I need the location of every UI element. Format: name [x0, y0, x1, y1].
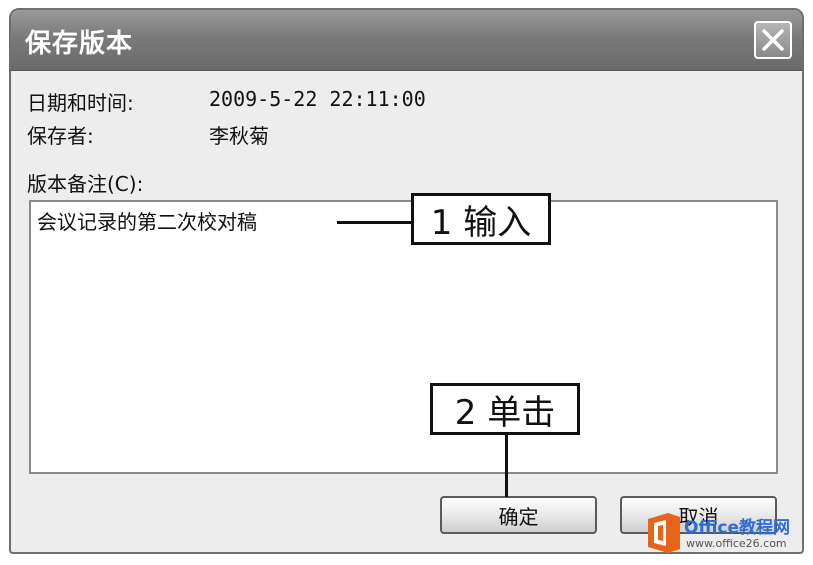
- office-logo-icon: [648, 513, 680, 553]
- callout-step-2: 2 单击: [430, 383, 580, 435]
- ok-button[interactable]: 确定: [440, 496, 597, 534]
- saver-label: 保存者:: [27, 124, 94, 148]
- datetime-label: 日期和时间:: [27, 91, 134, 115]
- title-bar[interactable]: 保存版本: [11, 10, 802, 71]
- callout-step-1: 1 输入: [411, 193, 551, 245]
- saver-value: 李秋菊: [209, 124, 269, 148]
- callout-2-leader-line: [505, 435, 508, 497]
- watermark-title: Office教程网: [684, 518, 791, 538]
- datetime-value: 2009-5-22 22:11:00: [209, 87, 426, 111]
- version-notes-textarea[interactable]: 会议记录的第二次校对稿: [29, 200, 778, 474]
- watermark-url: www.office26.com: [686, 537, 787, 550]
- watermark: Office教程网 www.office26.com: [644, 509, 809, 559]
- callout-1-leader-line: [337, 221, 413, 224]
- close-button[interactable]: [754, 21, 792, 59]
- close-icon: [762, 29, 784, 51]
- notes-label: 版本备注(C):: [27, 172, 144, 196]
- dialog-title: 保存版本: [25, 29, 134, 59]
- notes-text: 会议记录的第二次校对稿: [37, 210, 257, 234]
- save-version-dialog: 保存版本 日期和时间: 2009-5-22 22:11:00 保存者: 李秋菊 …: [9, 8, 804, 554]
